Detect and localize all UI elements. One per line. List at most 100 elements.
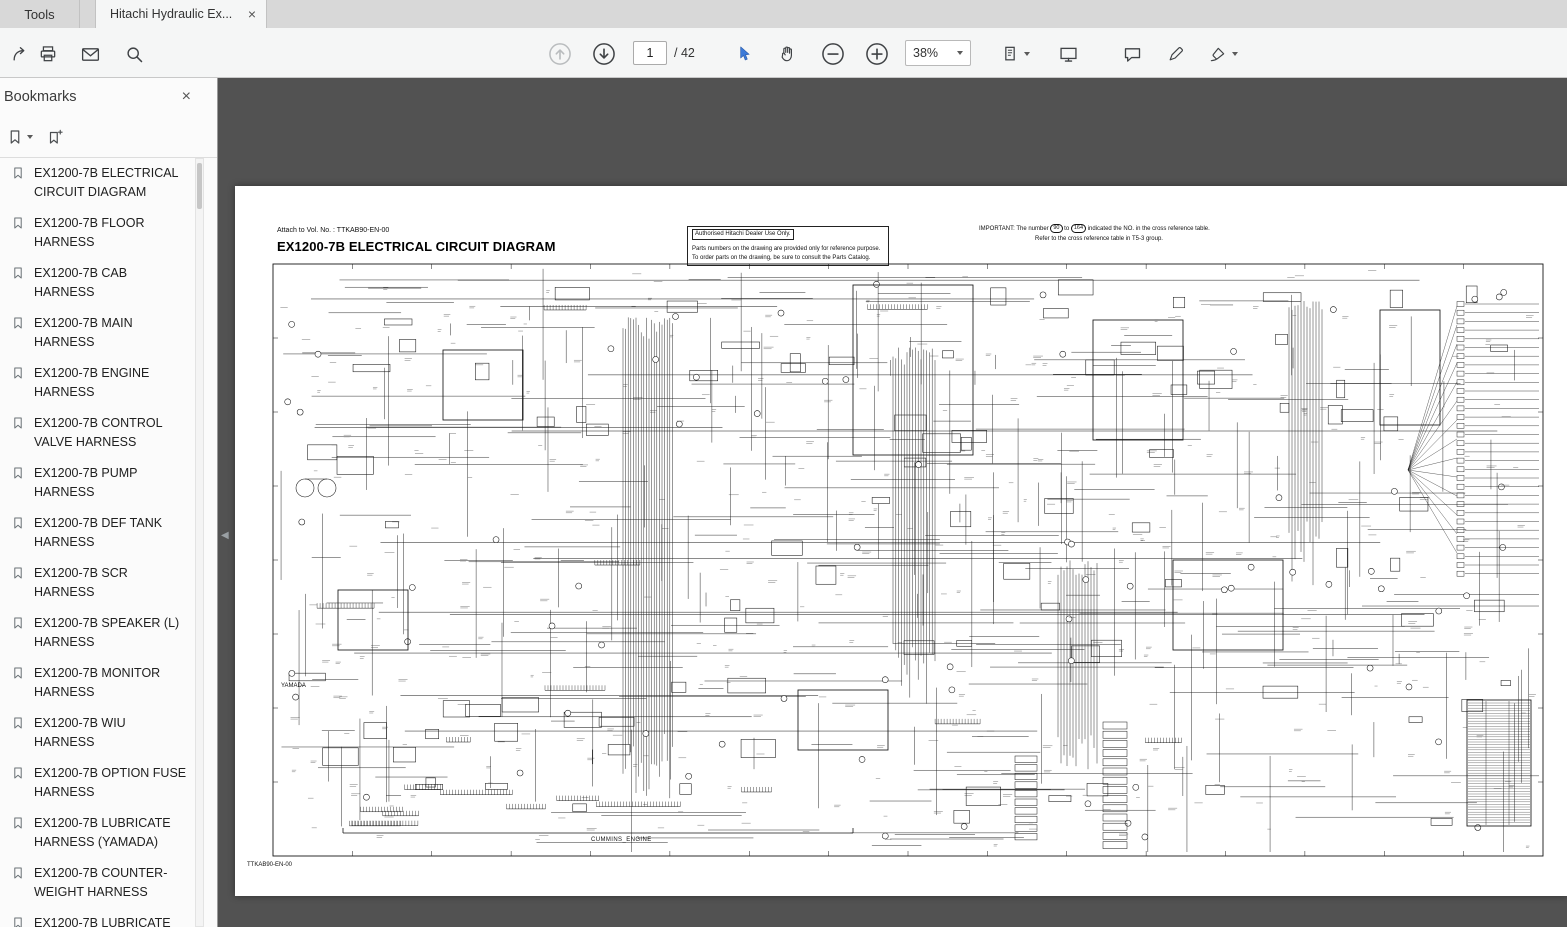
circuit-diagram-graphic [243,260,1559,860]
bookmark-item[interactable]: EX1200-7B SPEAKER (L) HARNESS [0,608,193,658]
close-panel-icon[interactable]: × [182,78,191,116]
comment-icon[interactable] [1118,40,1146,68]
print-icon[interactable] [34,40,62,68]
important-line1: IMPORTANT: The number 90 to 164 indicate… [979,224,1210,234]
important-prefix: IMPORTANT: The number [979,226,1049,232]
important-line2: Refer to the cross reference table in T5… [979,234,1210,244]
fill-sign-icon[interactable] [1204,40,1242,68]
search-zoom-icon[interactable] [120,40,148,68]
bookmark-item[interactable]: EX1200-7B MAIN HARNESS [0,308,193,358]
chevron-down-icon [1024,52,1030,56]
bookmark-icon [11,216,25,236]
bookmark-label: EX1200-7B COUNTER-WEIGHT HARNESS [34,866,167,899]
bookmark-icon [11,366,25,386]
tab-bar: Tools Hitachi Hydraulic Ex... × [0,0,1567,28]
bookmark-item[interactable]: EX1200-7B ENGINE HARNESS [0,358,193,408]
bookmark-icon [11,716,25,736]
bookmark-label: EX1200-7B LUBRICATE HARNESS (LINCOLN) [34,916,171,927]
bookmarks-list: EX1200-7B ELECTRICAL CIRCUIT DIAGRAM EX12… [0,158,193,927]
bookmark-icon [11,266,25,286]
bookmark-item[interactable]: EX1200-7B MONITOR HARNESS [0,658,193,708]
bookmark-item[interactable]: EX1200-7B LUBRICATE HARNESS (LINCOLN) [0,908,193,927]
fullscreen-icon[interactable] [1054,40,1082,68]
new-bookmark-icon[interactable] [46,124,64,150]
bookmark-icon [11,316,25,336]
tab-tools-label: Tools [24,7,54,22]
bookmark-label: EX1200-7B FLOOR HARNESS [34,216,144,249]
bookmark-item[interactable]: EX1200-7B COUNTER-WEIGHT HARNESS [0,858,193,908]
bookmark-label: EX1200-7B PUMP HARNESS [34,466,137,499]
bookmarks-scrollbar[interactable] [195,158,204,927]
bookmark-item[interactable]: EX1200-7B CAB HARNESS [0,258,193,308]
bookmark-label: EX1200-7B SPEAKER (L) HARNESS [34,616,179,649]
bookmark-item[interactable]: EX1200-7B LUBRICATE HARNESS (YAMADA) [0,808,193,858]
bookmark-label: EX1200-7B CAB HARNESS [34,266,127,299]
document-area: ◀ Attach to Vol. No. : TTKAB90-EN-00 EX1… [219,78,1567,927]
attach-line: Attach to Vol. No. : TTKAB90-EN-00 [277,227,389,234]
bookmark-label: EX1200-7B ELECTRICAL CIRCUIT DIAGRAM [34,166,178,199]
bookmark-options-icon[interactable] [6,124,33,150]
tab-tools[interactable]: Tools [0,0,80,28]
tab-document-label: Hitachi Hydraulic Ex... [110,7,242,21]
bookmark-item[interactable]: EX1200-7B PUMP HARNESS [0,458,193,508]
important-suffix: indicated the NO. in the cross reference… [1088,226,1210,232]
tab-document[interactable]: Hitachi Hydraulic Ex... × [95,0,267,28]
tab-close-icon[interactable]: × [248,6,256,22]
bookmark-item[interactable]: EX1200-7B OPTION FUSE HARNESS [0,758,193,808]
bookmark-label: EX1200-7B ENGINE HARNESS [34,366,149,399]
zoom-level-dropdown[interactable]: 38% [905,40,971,66]
highlight-pencil-icon[interactable] [1162,40,1190,68]
yamada-label: YAMADA [281,683,306,689]
bookmark-item[interactable]: EX1200-7B DEF TANK HARNESS [0,508,193,558]
footer-code: TTKAB90-EN-00 [247,862,292,868]
bookmark-item[interactable]: EX1200-7B CONTROL VALVE HARNESS [0,408,193,458]
collapse-panel-icon[interactable]: ◀ [221,530,229,541]
bookmarks-header: Bookmarks × [0,78,217,116]
page-up-icon[interactable] [546,40,574,68]
bookmark-item[interactable]: EX1200-7B SCR HARNESS [0,558,193,608]
bookmark-item[interactable]: EX1200-7B FLOOR HARNESS [0,208,193,258]
chevron-down-icon [27,135,33,139]
bookmark-label: EX1200-7B MAIN HARNESS [34,316,133,349]
main-toolbar: / 42 38% [0,28,1567,78]
pdf-page: Attach to Vol. No. : TTKAB90-EN-00 EX120… [235,186,1567,896]
bookmark-icon [11,866,25,886]
select-tool-icon[interactable] [730,40,758,68]
dealer-note-line2: Parts numbers on the drawing are provide… [692,245,884,254]
share-icon[interactable] [6,40,34,68]
important-mid: to [1064,226,1069,232]
bookmark-icon [11,466,25,486]
scrollbar-thumb[interactable] [197,163,202,209]
zoom-out-icon[interactable] [819,40,847,68]
zoom-in-icon[interactable] [863,40,891,68]
chevron-down-icon [957,51,963,55]
bookmark-icon [11,916,25,927]
bookmarks-panel-title: Bookmarks [0,89,77,105]
page-number-input[interactable] [633,41,667,65]
dealer-note-line1: Authorised Hitachi Dealer Use Only. [692,229,794,240]
hand-tool-icon[interactable] [774,40,802,68]
ref-number-from: 90 [1050,224,1062,233]
chevron-down-icon [1232,52,1238,56]
bookmark-item[interactable]: EX1200-7B ELECTRICAL CIRCUIT DIAGRAM [0,158,193,208]
page-title: EX1200-7B ELECTRICAL CIRCUIT DIAGRAM [277,239,556,254]
bookmark-icon [11,416,25,436]
bookmark-label: EX1200-7B SCR HARNESS [34,566,128,599]
bookmark-item[interactable]: EX1200-7B WIU HARNESS [0,708,193,758]
ref-number-to: 164 [1071,224,1086,233]
bookmark-icon [11,166,25,186]
bookmark-icon [11,566,25,586]
page-count-label: / 42 [674,28,695,78]
page-display-icon[interactable] [996,40,1034,68]
bookmark-label: EX1200-7B CONTROL VALVE HARNESS [34,416,162,449]
zoom-level-value: 38% [913,46,938,60]
bookmark-icon [11,616,25,636]
bookmark-icon [11,666,25,686]
engine-label: CUMMINS_ENGINE [591,837,652,843]
bookmark-label: EX1200-7B OPTION FUSE HARNESS [34,766,186,799]
bookmark-icon [11,816,25,836]
bookmark-icon [11,766,25,786]
page-down-icon[interactable] [590,40,618,68]
bookmarks-toolbar [0,116,217,158]
email-icon[interactable] [76,40,104,68]
